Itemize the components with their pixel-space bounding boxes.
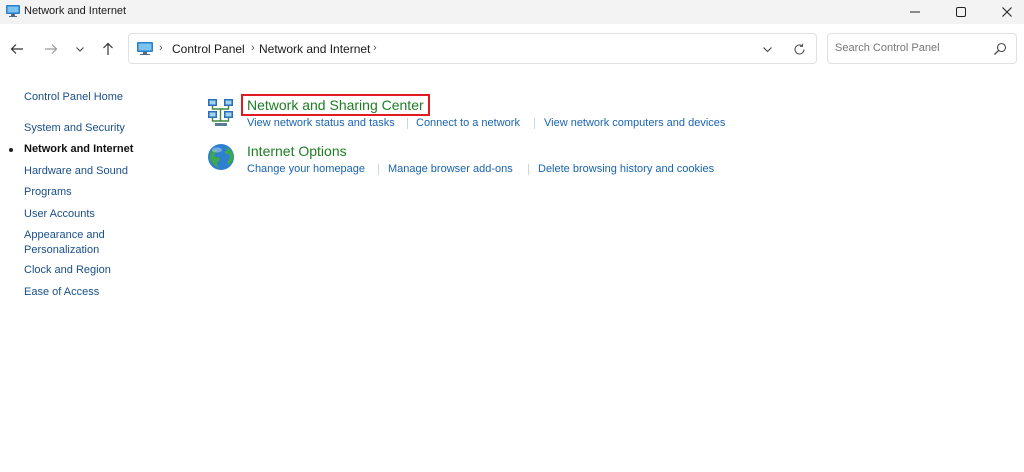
navigation-bar: › Control Panel › Network and Internet ›… (0, 24, 1024, 74)
view-network-computers-link[interactable]: View network computers and devices (544, 117, 725, 129)
view-network-status-link[interactable]: View network status and tasks (247, 117, 395, 129)
link-separator (407, 118, 408, 129)
sidebar-item-user-accounts[interactable]: User Accounts (24, 207, 95, 222)
chevron-down-icon (76, 47, 84, 52)
sidebar-item-appearance-and-personalization[interactable]: Appearance and Personalization (24, 228, 120, 258)
control-panel-icon (6, 5, 20, 17)
arrow-up-icon (103, 42, 113, 55)
close-button[interactable] (984, 0, 1024, 24)
sidebar-item-clock-and-region[interactable]: Clock and Region (24, 263, 111, 278)
title-bar: Network and Internet (0, 0, 1024, 24)
current-page-bullet (9, 148, 13, 152)
link-separator (378, 164, 379, 175)
address-bar[interactable]: › Control Panel › Network and Internet › (128, 33, 817, 64)
connect-to-network-link[interactable]: Connect to a network (416, 117, 520, 129)
link-separator (534, 118, 535, 129)
change-homepage-link[interactable]: Change your homepage (247, 163, 365, 175)
window-title: Network and Internet (24, 5, 127, 17)
minimize-button[interactable] (892, 0, 938, 24)
up-button[interactable] (99, 40, 117, 58)
search-box[interactable]: Search Control Panel (827, 33, 1017, 64)
breadcrumb-separator-icon[interactable]: › (373, 42, 377, 54)
forward-button[interactable] (42, 40, 60, 58)
network-sharing-icon[interactable] (205, 96, 237, 128)
maximize-icon (956, 7, 966, 17)
sidebar-item-network-and-internet[interactable]: Network and Internet (24, 142, 133, 157)
search-input[interactable]: Search Control Panel (835, 42, 940, 54)
breadcrumb-control-panel[interactable]: Control Panel (172, 42, 245, 56)
sidebar-item-ease-of-access[interactable]: Ease of Access (24, 285, 99, 300)
delete-browsing-history-link[interactable]: Delete browsing history and cookies (538, 163, 714, 175)
globe-icon[interactable] (205, 141, 237, 173)
sidebar-item-programs[interactable]: Programs (24, 185, 72, 200)
arrow-left-icon (10, 44, 23, 54)
recent-locations-button[interactable] (71, 40, 89, 58)
breadcrumb-separator-icon[interactable]: › (251, 42, 255, 54)
breadcrumb-network-and-internet[interactable]: Network and Internet (259, 42, 370, 56)
chevron-down-icon (762, 46, 772, 52)
close-icon (1002, 7, 1012, 17)
internet-options-link[interactable]: Internet Options (247, 143, 347, 159)
refresh-icon (793, 43, 805, 55)
manage-browser-addons-link[interactable]: Manage browser add-ons (388, 163, 513, 175)
breadcrumb-separator-icon[interactable]: › (159, 42, 163, 54)
link-separator (528, 164, 529, 175)
search-icon[interactable] (992, 41, 1008, 57)
sidebar-item-system-and-security[interactable]: System and Security (24, 121, 125, 136)
sidebar-home-link[interactable]: Control Panel Home (24, 90, 123, 105)
address-dropdown-button[interactable] (759, 41, 775, 57)
arrow-right-icon (45, 44, 58, 54)
refresh-button[interactable] (791, 41, 807, 57)
back-button[interactable] (8, 40, 26, 58)
network-and-sharing-center-link[interactable]: Network and Sharing Center (241, 94, 430, 116)
control-panel-icon (137, 42, 153, 55)
sidebar: Control Panel Home System and Security N… (0, 74, 190, 472)
maximize-button[interactable] (938, 0, 984, 24)
minimize-icon (910, 11, 920, 13)
sidebar-item-hardware-and-sound[interactable]: Hardware and Sound (24, 164, 128, 179)
